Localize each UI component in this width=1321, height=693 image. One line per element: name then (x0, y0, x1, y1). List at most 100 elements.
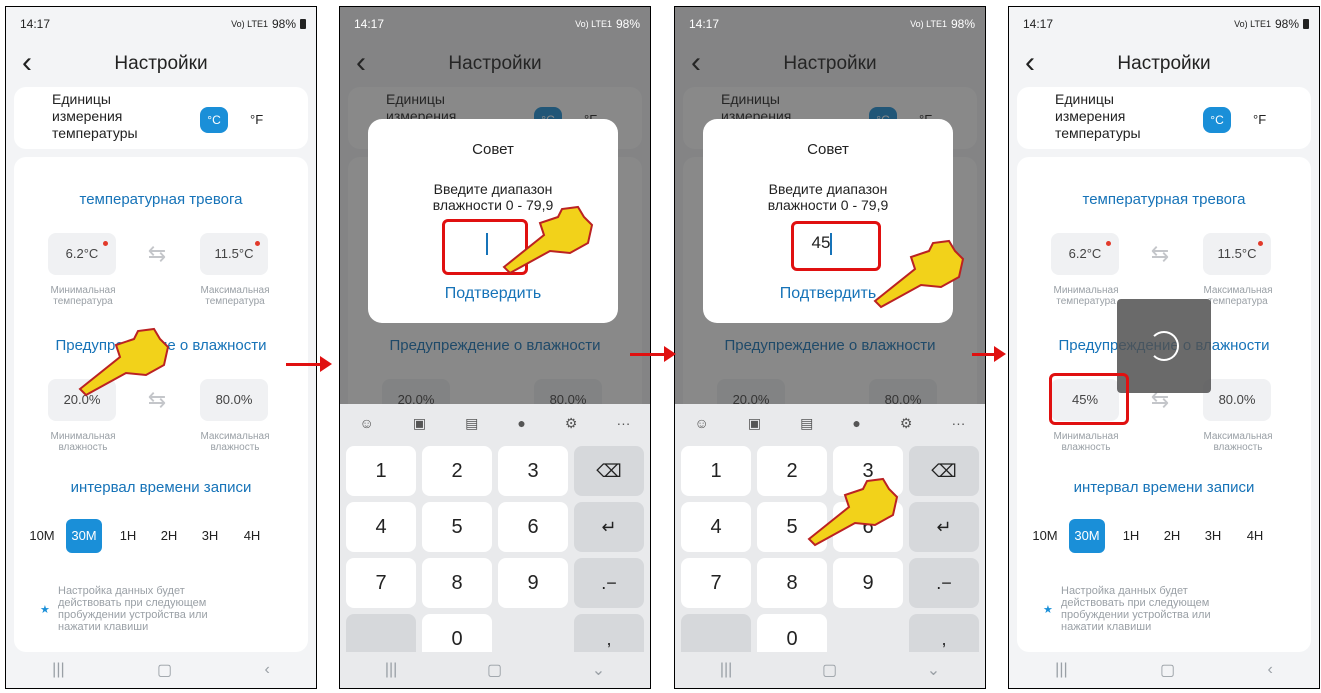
step-arrow-icon (286, 356, 332, 372)
recents-icon[interactable]: ||| (720, 661, 732, 679)
max-humidity-field[interactable]: 80.0% (200, 379, 268, 421)
key-9[interactable]: 9 (498, 558, 568, 608)
screen-2: 14:17 Vo) LTE1 98% ‹ Настройки Единицы и… (339, 6, 651, 689)
back-nav-icon[interactable]: ‹ (1267, 661, 1272, 679)
recents-icon[interactable]: ||| (385, 661, 397, 679)
key-1[interactable]: 1 (681, 446, 751, 496)
interval-10m[interactable]: 10M (1027, 519, 1063, 553)
battery-percent: 98% (271, 17, 296, 31)
clipboard-icon[interactable]: ▣ (413, 415, 426, 432)
text-icon[interactable]: ▤ (800, 415, 813, 432)
note-text: Настройка данных будет действовать при с… (58, 585, 208, 633)
gear-icon[interactable]: ⚙ (565, 415, 578, 432)
key-7[interactable]: 7 (681, 558, 751, 608)
home-icon[interactable]: ▢ (1160, 660, 1175, 680)
interval-10m[interactable]: 10M (24, 519, 60, 553)
home-icon[interactable]: ▢ (157, 660, 172, 680)
key-6[interactable]: 6 (498, 502, 568, 552)
back-nav-icon[interactable]: ‹ (264, 661, 269, 679)
alert-dot-icon (1106, 241, 1111, 246)
settings-card: температурная тревога 6.2°C ⇆ 11.5°C Мин… (14, 157, 308, 652)
home-icon[interactable]: ▢ (487, 660, 502, 680)
dialog-title: Совет (472, 141, 514, 158)
emoji-icon[interactable]: ☺ (360, 415, 374, 431)
key-3[interactable]: 3 (498, 446, 568, 496)
backspace-key[interactable]: ⌫ (574, 446, 644, 496)
clipboard-icon[interactable]: ▣ (748, 415, 761, 432)
star-icon: ★ (1043, 604, 1053, 616)
backspace-key[interactable]: ⌫ (909, 446, 979, 496)
celsius-button[interactable]: °C (200, 107, 228, 133)
status-time: 14:17 (1023, 17, 1054, 31)
star-icon: ★ (40, 604, 50, 616)
signal-text: Vo) LTE1 (1234, 19, 1271, 29)
key-4[interactable]: 4 (346, 502, 416, 552)
dot-dash-key[interactable]: .− (574, 558, 644, 608)
more-icon[interactable]: ··· (616, 415, 630, 431)
fahrenheit-button[interactable]: °F (250, 107, 263, 133)
confirm-button[interactable]: Подтвердить (368, 285, 618, 303)
interval-3h[interactable]: 3H (192, 519, 228, 553)
mic-icon[interactable]: ● (852, 415, 860, 431)
min-temp-field[interactable]: 6.2°C (1051, 233, 1119, 275)
interval-2h[interactable]: 2H (1154, 519, 1190, 553)
interval-30m[interactable]: 30M (66, 519, 102, 553)
mic-icon[interactable]: ● (517, 415, 525, 431)
interval-4h[interactable]: 4H (234, 519, 270, 553)
fahrenheit-button[interactable]: °F (1253, 107, 1266, 133)
interval-4h[interactable]: 4H (1237, 519, 1273, 553)
text-icon[interactable]: ▤ (465, 415, 478, 432)
status-bar: 14:17 Vo) LTE1 98% (1009, 7, 1319, 41)
max-temp-field[interactable]: 11.5°C (1203, 233, 1271, 275)
min-humidity-caption: Минимальная влажность (1053, 431, 1119, 453)
spinner-icon (1149, 331, 1179, 361)
more-icon[interactable]: ··· (951, 415, 965, 431)
recents-icon[interactable]: ||| (1055, 661, 1067, 679)
key-8[interactable]: 8 (422, 558, 492, 608)
temp-alarm-title: температурная тревога (1082, 191, 1246, 208)
min-temp-field[interactable]: 6.2°C (48, 233, 116, 275)
interval-1h[interactable]: 1H (1113, 519, 1149, 553)
max-humidity-caption: Максимальная влажность (200, 431, 270, 453)
alert-dot-icon (255, 241, 260, 246)
interval-options: 10M 30M 1H 2H 3H 4H (14, 519, 308, 553)
interval-2h[interactable]: 2H (151, 519, 187, 553)
screen-3: 14:17 Vo) LTE1 98% ‹ Настройки Единицы и… (674, 6, 986, 689)
note-text: Настройка данных будет действовать при с… (1061, 585, 1211, 633)
unit-label: Единицы измерения температуры (52, 91, 138, 141)
pointing-hand-icon (807, 477, 899, 547)
interval-1h[interactable]: 1H (110, 519, 146, 553)
key-2[interactable]: 2 (422, 446, 492, 496)
enter-key[interactable]: ↵ (909, 502, 979, 552)
interval-3h[interactable]: 3H (1195, 519, 1231, 553)
battery-percent: 98% (950, 17, 975, 31)
interval-title: интервал времени записи (70, 479, 252, 496)
recents-icon[interactable]: ||| (52, 661, 64, 679)
emoji-icon[interactable]: ☺ (695, 415, 709, 431)
key-1[interactable]: 1 (346, 446, 416, 496)
key-9[interactable]: 9 (833, 558, 903, 608)
signal-text: Vo) LTE1 (575, 19, 612, 29)
key-5[interactable]: 5 (422, 502, 492, 552)
interval-30m[interactable]: 30M (1069, 519, 1105, 553)
highlight-box (1049, 373, 1129, 425)
battery-icon (300, 19, 306, 29)
status-bar: 14:17 Vo) LTE1 98% (6, 7, 316, 41)
key-4[interactable]: 4 (681, 502, 751, 552)
key-8[interactable]: 8 (757, 558, 827, 608)
status-time: 14:17 (354, 17, 385, 31)
status-bar: 14:17 Vo) LTE1 98% (340, 7, 650, 41)
max-humidity-field[interactable]: 80.0% (1203, 379, 1271, 421)
page-title: Настройки (1117, 53, 1211, 74)
enter-key[interactable]: ↵ (574, 502, 644, 552)
gear-icon[interactable]: ⚙ (900, 415, 913, 432)
temp-alarm-title: температурная тревога (79, 191, 243, 208)
dot-dash-key[interactable]: .− (909, 558, 979, 608)
header: ‹ Настройки (6, 47, 316, 83)
key-7[interactable]: 7 (346, 558, 416, 608)
home-icon[interactable]: ▢ (822, 660, 837, 680)
celsius-button[interactable]: °C (1203, 107, 1231, 133)
max-temp-field[interactable]: 11.5°C (200, 233, 268, 275)
chevron-down-icon[interactable]: ⌄ (927, 660, 940, 680)
chevron-down-icon[interactable]: ⌄ (592, 660, 605, 680)
